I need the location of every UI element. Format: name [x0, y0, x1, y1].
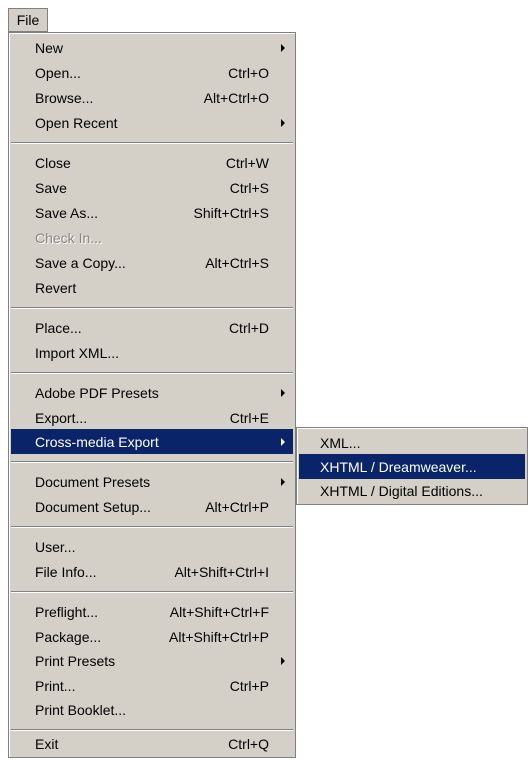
menu-item-document-presets[interactable]: Document Presets — [11, 469, 293, 494]
menu-item-label: Revert — [35, 279, 77, 296]
file-menu: New Open... Ctrl+O Browse... Alt+Ctrl+O … — [8, 32, 296, 758]
menu-item-label: New — [35, 39, 64, 56]
menu-item-file-info[interactable]: File Info... Alt+Shift+Ctrl+I — [11, 559, 293, 584]
menu-separator — [11, 142, 293, 144]
menu-separator — [11, 372, 293, 374]
menu-item-label: XHTML / Digital Editions... — [320, 482, 483, 499]
menu-item-shortcut: Ctrl+P — [229, 677, 269, 694]
menu-separator — [11, 307, 293, 309]
menu-item-label: Preflight... — [35, 603, 99, 620]
menu-item-label: Place... — [35, 319, 82, 336]
menu-separator — [11, 526, 293, 528]
menu-item-label: Import XML... — [35, 344, 120, 361]
submenu-item-xhtml-digital-editions[interactable]: XHTML / Digital Editions... — [299, 478, 525, 503]
menu-item-save-a-copy[interactable]: Save a Copy... Alt+Ctrl+S — [11, 250, 293, 275]
menu-item-shortcut: Alt+Ctrl+P — [205, 498, 269, 515]
submenu-arrow-icon — [281, 656, 285, 665]
menu-item-shortcut: Shift+Ctrl+S — [193, 204, 269, 221]
menu-item-label: User... — [35, 538, 76, 555]
submenu-item-xhtml-dreamweaver[interactable]: XHTML / Dreamweaver... — [299, 454, 525, 479]
menu-item-label: Document Setup... — [35, 498, 151, 515]
menu-item-label: Print Presets — [35, 652, 116, 669]
menu-item-package[interactable]: Package... Alt+Shift+Ctrl+P — [11, 624, 293, 649]
menu-item-shortcut: Ctrl+W — [225, 154, 269, 171]
menu-item-label: Close — [35, 154, 71, 171]
menu-item-label: File Info... — [35, 563, 97, 580]
menu-item-preflight[interactable]: Preflight... Alt+Shift+Ctrl+F — [11, 599, 293, 624]
menu-item-cross-media-export[interactable]: Cross-media Export — [11, 429, 293, 454]
submenu-arrow-icon — [281, 388, 285, 397]
menu-item-shortcut: Alt+Shift+Ctrl+I — [174, 563, 269, 580]
menu-item-shortcut: Ctrl+O — [228, 64, 269, 81]
menu-item-label: Export... — [35, 409, 88, 426]
menu-item-label: Browse... — [35, 89, 94, 106]
menu-item-print-booklet[interactable]: Print Booklet... — [11, 697, 293, 722]
menu-item-print-presets[interactable]: Print Presets — [11, 648, 293, 673]
menu-item-label: Save — [35, 179, 67, 196]
menu-item-label: Exit — [35, 735, 59, 752]
menu-item-shortcut: Ctrl+Q — [228, 735, 269, 752]
menu-item-label: Check In... — [35, 229, 102, 246]
menu-item-exit[interactable]: Exit Ctrl+Q — [11, 731, 293, 756]
menu-separator — [11, 591, 293, 593]
menu-item-shortcut: Alt+Ctrl+O — [203, 89, 269, 106]
menu-item-label: Cross-media Export — [35, 433, 159, 450]
menu-item-check-in: Check In... — [11, 225, 293, 250]
menu-item-open[interactable]: Open... Ctrl+O — [11, 60, 293, 85]
menu-item-save-as[interactable]: Save As... Shift+Ctrl+S — [11, 200, 293, 225]
menu-item-label: Adobe PDF Presets — [35, 384, 159, 401]
menu-item-label: Open Recent — [35, 114, 118, 131]
submenu-arrow-icon — [281, 477, 285, 486]
menu-item-shortcut: Ctrl+S — [229, 179, 269, 196]
menu-item-revert[interactable]: Revert — [11, 275, 293, 300]
menu-item-label: Print... — [35, 677, 76, 694]
file-menu-button[interactable]: File — [8, 8, 48, 32]
menu-item-print[interactable]: Print... Ctrl+P — [11, 673, 293, 698]
menu-item-label: Open... — [35, 64, 81, 81]
menu-item-shortcut: Alt+Shift+Ctrl+F — [169, 603, 269, 620]
menu-item-label: Print Booklet... — [35, 701, 127, 718]
menu-item-import-xml[interactable]: Import XML... — [11, 340, 293, 365]
menu-item-label: Save As... — [35, 204, 99, 221]
menu-item-save[interactable]: Save Ctrl+S — [11, 175, 293, 200]
file-menu-label: File — [16, 12, 40, 28]
menu-item-label: Package... — [35, 628, 102, 645]
menu-item-label: XHTML / Dreamweaver... — [320, 458, 477, 475]
menu-item-shortcut: Ctrl+D — [228, 319, 269, 336]
menu-item-shortcut: Alt+Ctrl+S — [205, 254, 269, 271]
submenu-arrow-icon — [281, 118, 285, 127]
menu-item-shortcut: Ctrl+E — [229, 409, 269, 426]
menu-item-close[interactable]: Close Ctrl+W — [11, 150, 293, 175]
cross-media-export-submenu: XML... XHTML / Dreamweaver... XHTML / Di… — [296, 427, 528, 505]
menu-item-label: Document Presets — [35, 473, 151, 490]
menu-item-place[interactable]: Place... Ctrl+D — [11, 315, 293, 340]
submenu-item-xml[interactable]: XML... — [299, 430, 525, 455]
submenu-arrow-icon — [281, 43, 285, 52]
menu-separator — [11, 461, 293, 463]
menu-item-adobe-pdf-presets[interactable]: Adobe PDF Presets — [11, 380, 293, 405]
menu-item-document-setup[interactable]: Document Setup... Alt+Ctrl+P — [11, 494, 293, 519]
menu-item-browse[interactable]: Browse... Alt+Ctrl+O — [11, 85, 293, 110]
menu-item-user[interactable]: User... — [11, 534, 293, 559]
menu-item-label: Save a Copy... — [35, 254, 126, 271]
menu-item-open-recent[interactable]: Open Recent — [11, 110, 293, 135]
menu-item-export[interactable]: Export... Ctrl+E — [11, 405, 293, 430]
menu-item-shortcut: Alt+Shift+Ctrl+P — [169, 628, 269, 645]
menu-item-label: XML... — [320, 434, 361, 451]
submenu-arrow-icon — [281, 437, 285, 446]
menu-item-new[interactable]: New — [11, 35, 293, 60]
